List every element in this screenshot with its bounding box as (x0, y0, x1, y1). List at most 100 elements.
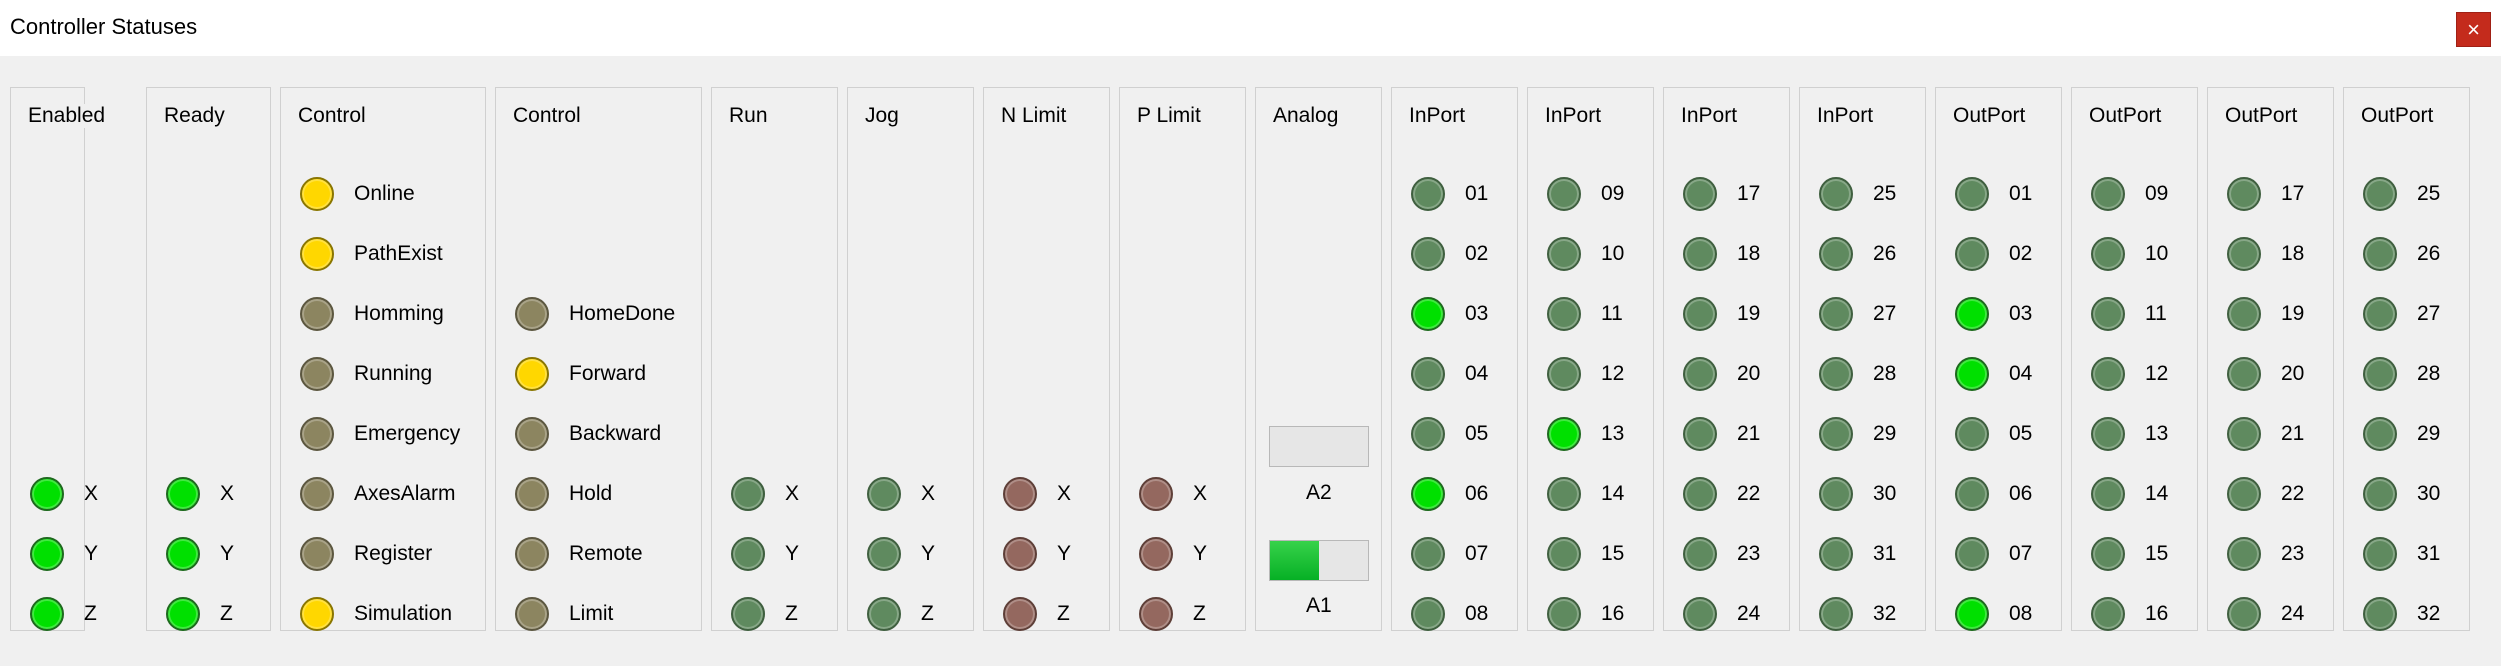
status-led-icon (300, 297, 334, 331)
group-outport-4: OutPort 25 26 27 28 29 30 31 32 (2343, 87, 2470, 631)
indicator-label: Z (220, 602, 233, 625)
indicator-label: X (1193, 482, 1208, 505)
group-label: Control (510, 104, 584, 128)
group-inport-4: InPort 25 26 27 28 29 30 31 32 (1799, 87, 1926, 631)
indicator-label: 23 (1737, 542, 1761, 565)
indicator-label: 11 (1601, 302, 1623, 325)
window-title: Controller Statuses (10, 14, 198, 39)
indicator-label: 27 (2417, 302, 2441, 325)
group-label: Jog (862, 104, 902, 128)
indicator-row: Remote (515, 534, 643, 574)
indicator-row: Z (1139, 594, 1206, 634)
indicator-label: X (921, 482, 936, 505)
status-led-icon (300, 357, 334, 391)
indicator-label: 17 (2281, 182, 2305, 205)
indicator-label: 02 (1465, 242, 1489, 265)
indicator-row: Backward (515, 414, 661, 454)
status-led-icon (1411, 537, 1445, 571)
indicator-row: 25 (1819, 174, 1896, 214)
indicator-row: Z (30, 594, 97, 634)
indicator-label: 21 (1737, 422, 1761, 445)
indicator-label: 13 (1601, 422, 1625, 445)
indicator-row: 14 (1547, 474, 1624, 514)
indicator-label: 12 (1601, 362, 1625, 385)
group-outport-1: OutPort 01 02 03 04 05 06 07 08 (1935, 87, 2062, 631)
indicator-label: Y (84, 542, 99, 565)
indicator-label: 29 (1873, 422, 1897, 445)
indicator-row: 25 (2363, 174, 2440, 214)
status-led-icon (166, 477, 200, 511)
indicator-row: 20 (1683, 354, 1760, 394)
status-led-icon (300, 537, 334, 571)
group-n-limit: N Limit X Y Z (983, 87, 1110, 631)
indicator-row: 26 (2363, 234, 2440, 274)
close-button[interactable]: × (2456, 12, 2491, 47)
indicator-row: Z (867, 594, 934, 634)
status-led-icon (867, 537, 901, 571)
status-led-icon (2227, 537, 2261, 571)
indicator-row: X (867, 474, 935, 514)
status-led-icon (1547, 597, 1581, 631)
indicator-label: Z (1193, 602, 1206, 625)
indicator-row: 24 (1683, 594, 1760, 634)
group-inport-3: InPort 17 18 19 20 21 22 23 24 (1663, 87, 1790, 631)
status-led-icon (2091, 177, 2125, 211)
status-led-icon (1003, 477, 1037, 511)
indicator-label: 15 (1601, 542, 1625, 565)
group-label: OutPort (2358, 104, 2437, 128)
indicator-row: Y (867, 534, 935, 574)
status-led-icon (1547, 537, 1581, 571)
status-led-icon (2091, 537, 2125, 571)
status-led-icon (2363, 417, 2397, 451)
status-led-icon (1003, 537, 1037, 571)
indicator-label: Y (921, 542, 936, 565)
indicator-row: 13 (1547, 414, 1624, 454)
status-led-icon (731, 477, 765, 511)
status-led-icon (515, 297, 549, 331)
indicator-label: 10 (2145, 242, 2169, 265)
indicator-row: 23 (1683, 534, 1760, 574)
indicator-row: 28 (2363, 354, 2440, 394)
status-led-icon (515, 357, 549, 391)
indicator-row: X (1139, 474, 1207, 514)
group-label: Ready (161, 104, 228, 128)
status-led-icon (1955, 417, 1989, 451)
indicator-label: 01 (1465, 182, 1489, 205)
indicator-row: 16 (1547, 594, 1624, 634)
status-led-icon (1819, 537, 1853, 571)
status-led-icon (1683, 597, 1717, 631)
indicator-row: 20 (2227, 354, 2304, 394)
status-led-icon (300, 237, 334, 271)
status-led-icon (1411, 357, 1445, 391)
status-led-icon (1683, 477, 1717, 511)
group-ready: Ready X Y Z (146, 87, 271, 631)
indicator-label: AxesAlarm (354, 482, 456, 505)
indicator-label: Z (921, 602, 934, 625)
indicator-row: 12 (2091, 354, 2168, 394)
status-led-icon (1955, 597, 1989, 631)
indicator-row: Register (300, 534, 432, 574)
indicator-row: 18 (2227, 234, 2304, 274)
indicator-row: 21 (2227, 414, 2304, 454)
indicator-label: Running (354, 362, 433, 385)
status-led-icon (300, 597, 334, 631)
indicator-label: Z (84, 602, 97, 625)
indicator-label: Y (1193, 542, 1208, 565)
indicator-label: X (84, 482, 99, 505)
status-led-icon (1955, 477, 1989, 511)
status-led-icon (1411, 177, 1445, 211)
indicator-row: 19 (2227, 294, 2304, 334)
status-led-icon (731, 537, 765, 571)
indicator-label: 30 (2417, 482, 2441, 505)
indicator-row: 10 (2091, 234, 2168, 274)
indicator-row: 14 (2091, 474, 2168, 514)
group-label: InPort (1542, 104, 1605, 128)
indicator-row: Forward (515, 354, 646, 394)
indicator-row: 08 (1411, 594, 1488, 634)
status-led-icon (2363, 177, 2397, 211)
indicator-row: 21 (1683, 414, 1760, 454)
indicator-row: Running (300, 354, 432, 394)
indicator-label: 13 (2145, 422, 2169, 445)
indicator-row: 11 (2091, 294, 2167, 334)
analog-bar-a1 (1269, 540, 1369, 581)
